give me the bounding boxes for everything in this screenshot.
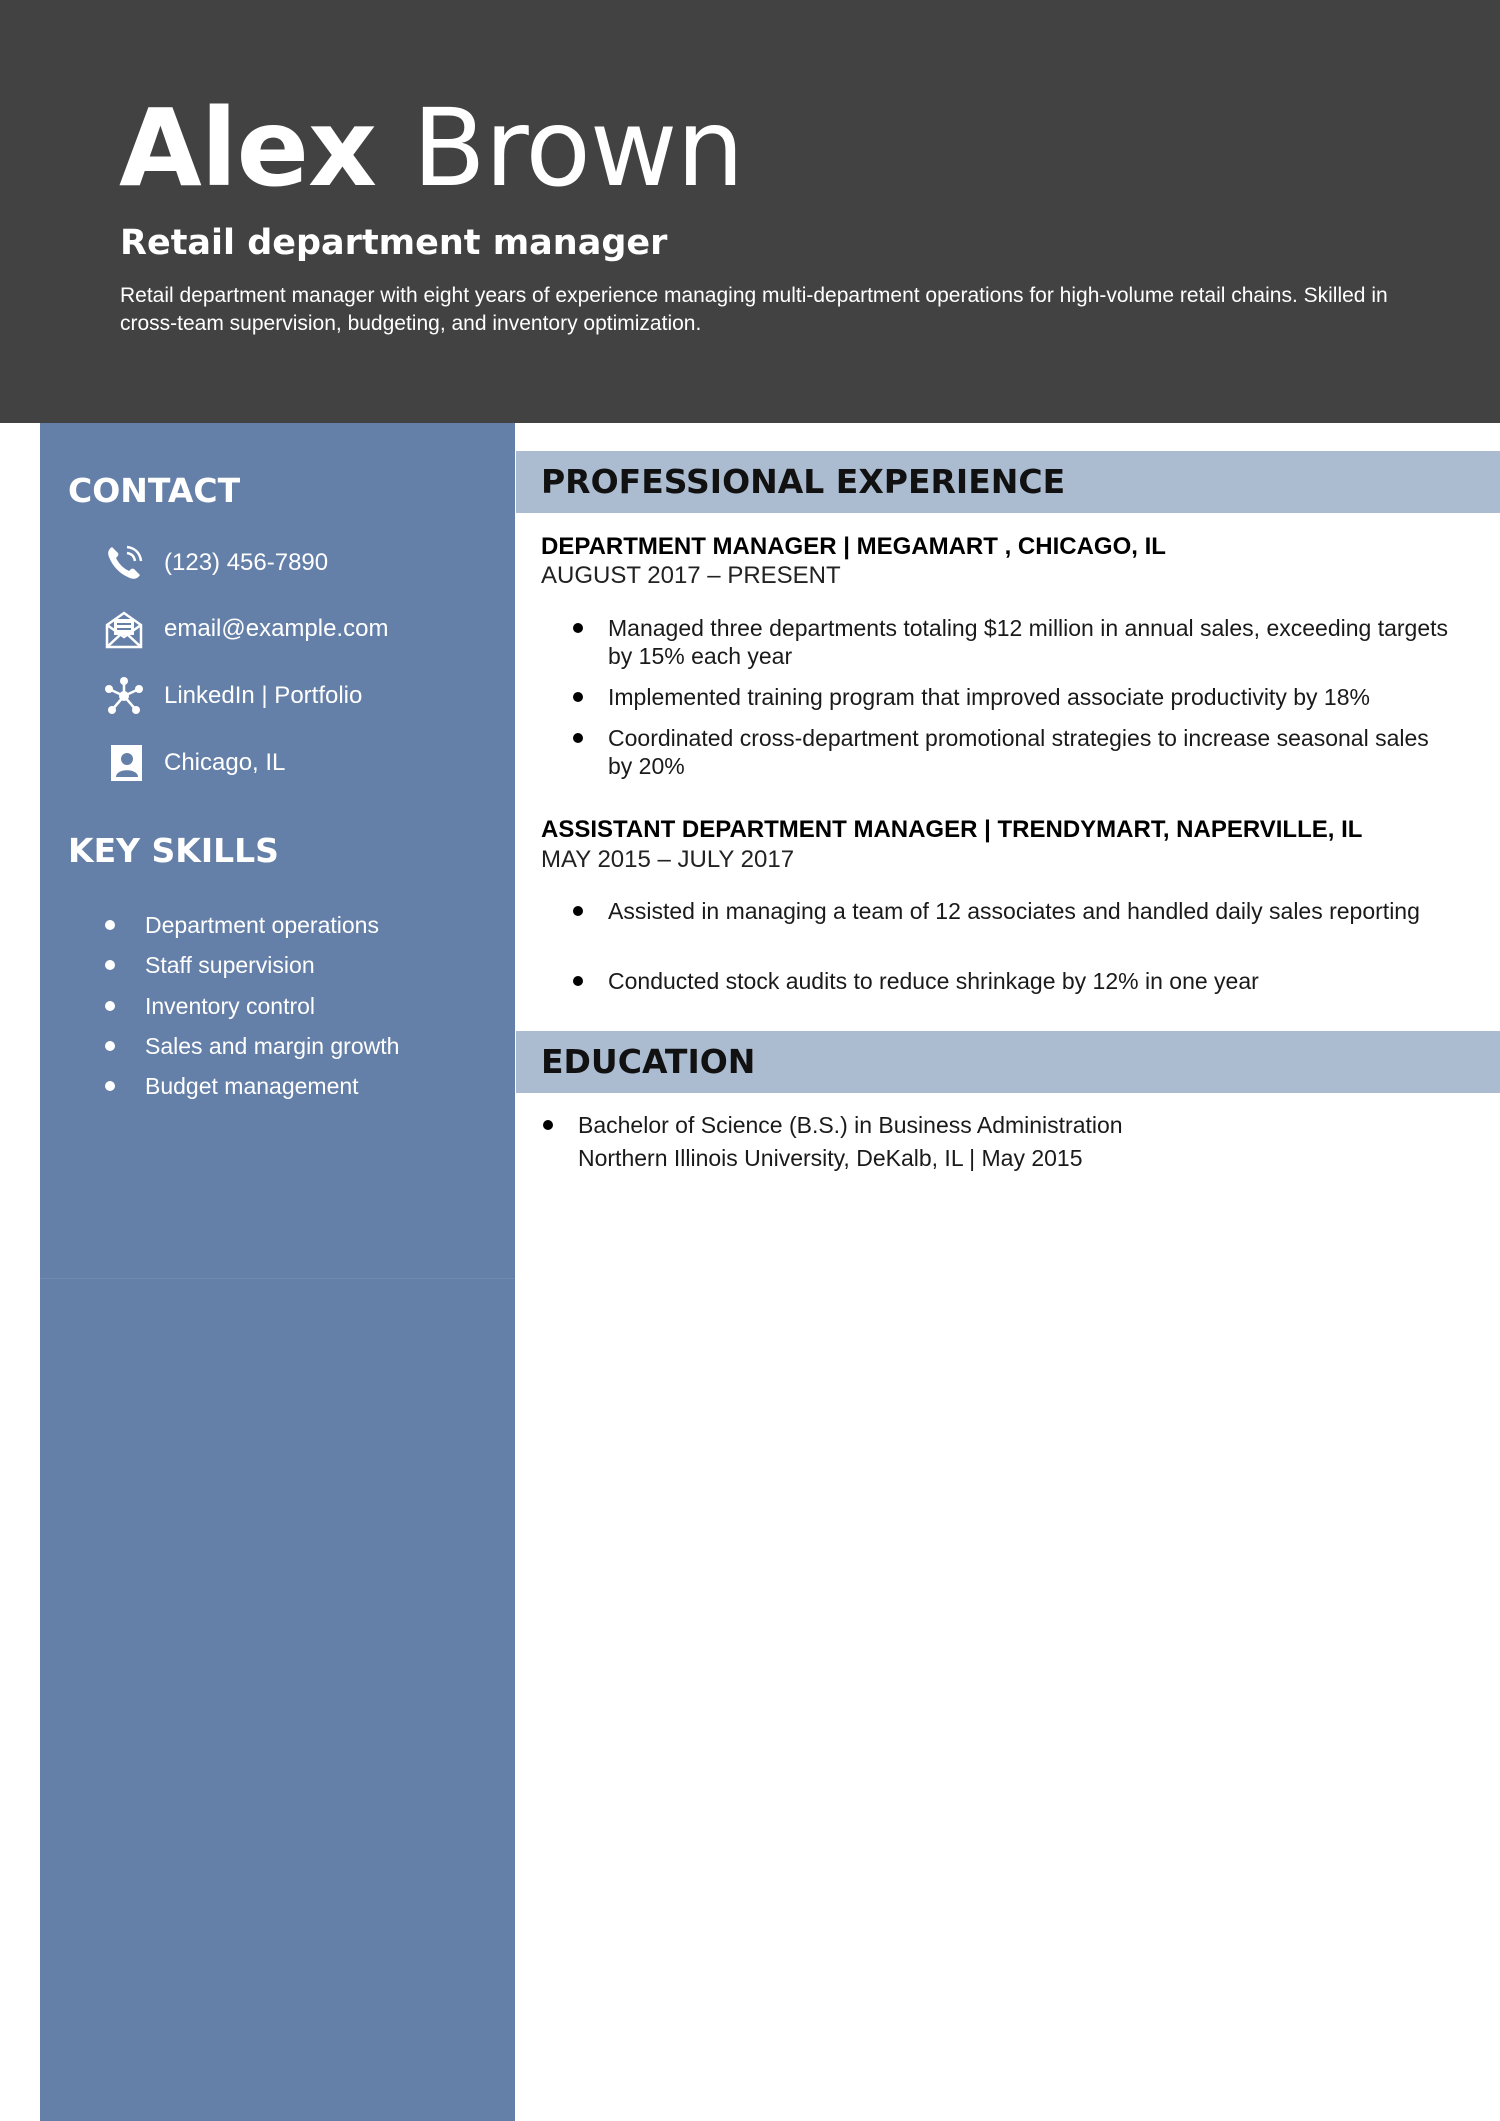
- envelope-icon: [105, 611, 143, 649]
- bullet-dot: [573, 623, 583, 633]
- candidate-name: Alex Brown: [119, 84, 744, 214]
- bullet-text: Coordinated cross-department promotional…: [608, 725, 1429, 779]
- degree: Bachelor of Science (B.S.) in Business A…: [578, 1112, 1123, 1138]
- bullet-dot: [105, 1001, 115, 1011]
- key-skills-heading: KEY SKILLS: [68, 831, 279, 870]
- sidebar: CONTACT (123) 456-7890 email@example.com: [40, 423, 515, 2121]
- bullet-dot: [543, 1120, 553, 1130]
- bullet-text: Conducted stock audits to reduce shrinka…: [608, 968, 1259, 994]
- bullet-dot: [573, 733, 583, 743]
- experience-heading: PROFESSIONAL EXPERIENCE: [541, 462, 1066, 501]
- contact-phone: (123) 456-7890: [104, 543, 504, 583]
- skill-text: Inventory control: [145, 993, 316, 1019]
- school: Northern Illinois University, DeKalb, IL…: [578, 1145, 1083, 1171]
- job-title: ASSISTANT DEPARTMENT MANAGER | TRENDYMAR…: [541, 816, 1363, 843]
- skill-text: Budget management: [145, 1073, 359, 1099]
- bullet-dot: [573, 906, 583, 916]
- phone-icon: [108, 545, 143, 579]
- phone-number[interactable]: (123) 456-7890: [164, 543, 328, 583]
- job-dates: MAY 2015 – JULY 2017: [541, 846, 795, 873]
- resume-header: Alex Brown Retail department manager Ret…: [0, 0, 1500, 423]
- last-name: Brown: [412, 87, 744, 211]
- experience-section-bar: PROFESSIONAL EXPERIENCE: [516, 451, 1500, 513]
- skill-text: Department operations: [145, 912, 379, 938]
- education-heading: EDUCATION: [541, 1042, 756, 1081]
- email-address[interactable]: email@example.com: [164, 609, 388, 649]
- profile-links[interactable]: LinkedIn | Portfolio: [164, 676, 362, 716]
- bullet-dot: [105, 960, 115, 970]
- contact-heading: CONTACT: [68, 471, 241, 510]
- job-title: DEPARTMENT MANAGER | MEGAMART , CHICAGO,…: [541, 533, 1166, 560]
- network-icon: [105, 677, 143, 714]
- bullet-dot: [573, 976, 583, 986]
- bullet-dot: [105, 1081, 115, 1091]
- job-headline: Retail department manager: [120, 223, 668, 263]
- contact-card-icon: [106, 745, 142, 781]
- bullet-text: Assisted in managing a team of 12 associ…: [608, 898, 1420, 924]
- contact-email: email@example.com: [104, 609, 504, 649]
- skill-text: Staff supervision: [145, 952, 315, 978]
- contact-location: Chicago, IL: [104, 743, 504, 783]
- job-dates: AUGUST 2017 – PRESENT: [541, 562, 841, 589]
- skill-text: Sales and margin growth: [145, 1033, 400, 1059]
- bullet-dot: [105, 920, 115, 930]
- first-name: Alex: [119, 87, 377, 211]
- education-section-bar: EDUCATION: [516, 1031, 1500, 1093]
- location: Chicago, IL: [164, 749, 286, 776]
- bullet-text: Managed three departments totaling $12 m…: [608, 615, 1449, 669]
- bullet-text: Implemented training program that improv…: [608, 684, 1370, 710]
- bullet-dot: [573, 692, 583, 702]
- sidebar-divider: [40, 1278, 515, 1279]
- bullet-dot: [105, 1041, 115, 1051]
- contact-links: LinkedIn | Portfolio: [104, 676, 504, 716]
- professional-summary: Retail department manager with eight yea…: [120, 284, 1388, 335]
